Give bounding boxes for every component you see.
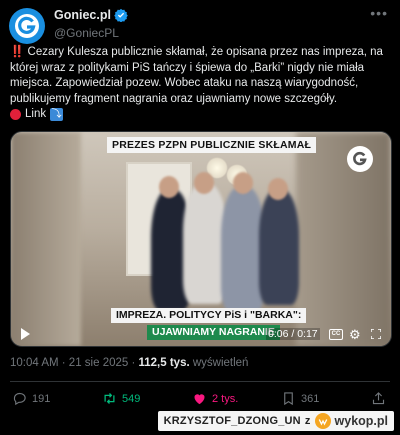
red-circle-icon [10, 109, 21, 121]
like-count: 2 tys. [212, 392, 239, 405]
watermark-connector: z [304, 415, 311, 427]
video-caption-top: IMPREZA. POLITYCY PiS i "BARKA": [111, 308, 307, 323]
retweet-icon [104, 393, 115, 404]
watermark-user: KRZYSZTOF_DZONG_UN [163, 415, 301, 427]
bookmark-button[interactable]: 361 [281, 391, 319, 406]
link-line: Link ⤵ [10, 107, 390, 123]
retweet-button[interactable]: 549 [102, 391, 140, 406]
wykop-watermark: KRZYSZTOF_DZONG_UN z wykop.pl [157, 411, 394, 431]
video-title-banner: PREZES PZPN PUBLICZNIE SKŁAMAŁ [107, 137, 317, 153]
tweet-meta: 10:04 AM · 21 sie 2025 · 112,5 tys. wyśw… [10, 357, 248, 369]
fullscreen-icon[interactable] [371, 329, 381, 339]
author-name[interactable]: Goniec.pl [54, 8, 111, 22]
video-frame-head [194, 172, 214, 194]
reply-count: 191 [32, 392, 51, 405]
tweet-body: Cezary Kulesza publicznie skłamał, że op… [10, 46, 383, 105]
tweet: Goniec.pl @GoniecPL ••• ‼️ Cezary Kulesz… [0, 0, 400, 435]
video-frame-head [268, 178, 288, 200]
avatar[interactable] [9, 8, 45, 44]
video-player[interactable]: PREZES PZPN PUBLICZNIE SKŁAMAŁ IMPREZA. … [10, 131, 392, 347]
tweet-paragraph: ‼️ Cezary Kulesza publicznie skłamał, że… [10, 45, 390, 107]
video-frame-wall-right [296, 132, 391, 346]
like-icon [194, 394, 205, 405]
play-icon[interactable] [21, 328, 30, 340]
goniec-logo [15, 14, 39, 38]
tweet-text: ‼️ Cezary Kulesza publicznie skłamał, że… [10, 45, 390, 123]
video-frame-head [159, 176, 179, 198]
retweet-count: 549 [122, 392, 141, 405]
share-icon[interactable] [371, 391, 386, 406]
video-time: 0:06 / 0:17 [266, 328, 320, 340]
like-button[interactable]: 2 tys. [192, 391, 238, 406]
view-count-label: wyświetleń [189, 357, 249, 369]
author-handle[interactable]: @GoniecPL [54, 26, 119, 40]
watermark-site: wykop.pl [334, 414, 388, 428]
wykop-logo-icon [314, 413, 331, 429]
double-exclamation-icon: ‼️ [10, 46, 25, 58]
video-frame-person [259, 190, 299, 305]
more-icon[interactable]: ••• [370, 6, 388, 20]
reply-icon [13, 392, 26, 406]
bookmark-icon [284, 392, 293, 406]
video-controls: 0:06 / 0:17 CC ⚙ [11, 324, 391, 346]
video-frame-wall-left [11, 132, 81, 346]
video-frame-head [233, 172, 253, 194]
verified-badge-icon [114, 8, 128, 22]
author-name-row[interactable]: Goniec.pl [54, 8, 128, 22]
view-count: 112,5 tys. [138, 357, 190, 369]
bookmark-count: 361 [301, 392, 320, 405]
divider [10, 381, 390, 382]
arrow-down-icon: ⤵ [50, 108, 64, 122]
goniec-watermark-logo [347, 146, 373, 172]
reply-button[interactable]: 191 [12, 391, 50, 406]
gear-icon[interactable]: ⚙ [349, 327, 361, 343]
link-label[interactable]: Link [25, 107, 46, 123]
cc-icon[interactable]: CC [329, 329, 343, 340]
tweet-timestamp[interactable]: 10:04 AM · 21 sie 2025 · [10, 357, 139, 369]
